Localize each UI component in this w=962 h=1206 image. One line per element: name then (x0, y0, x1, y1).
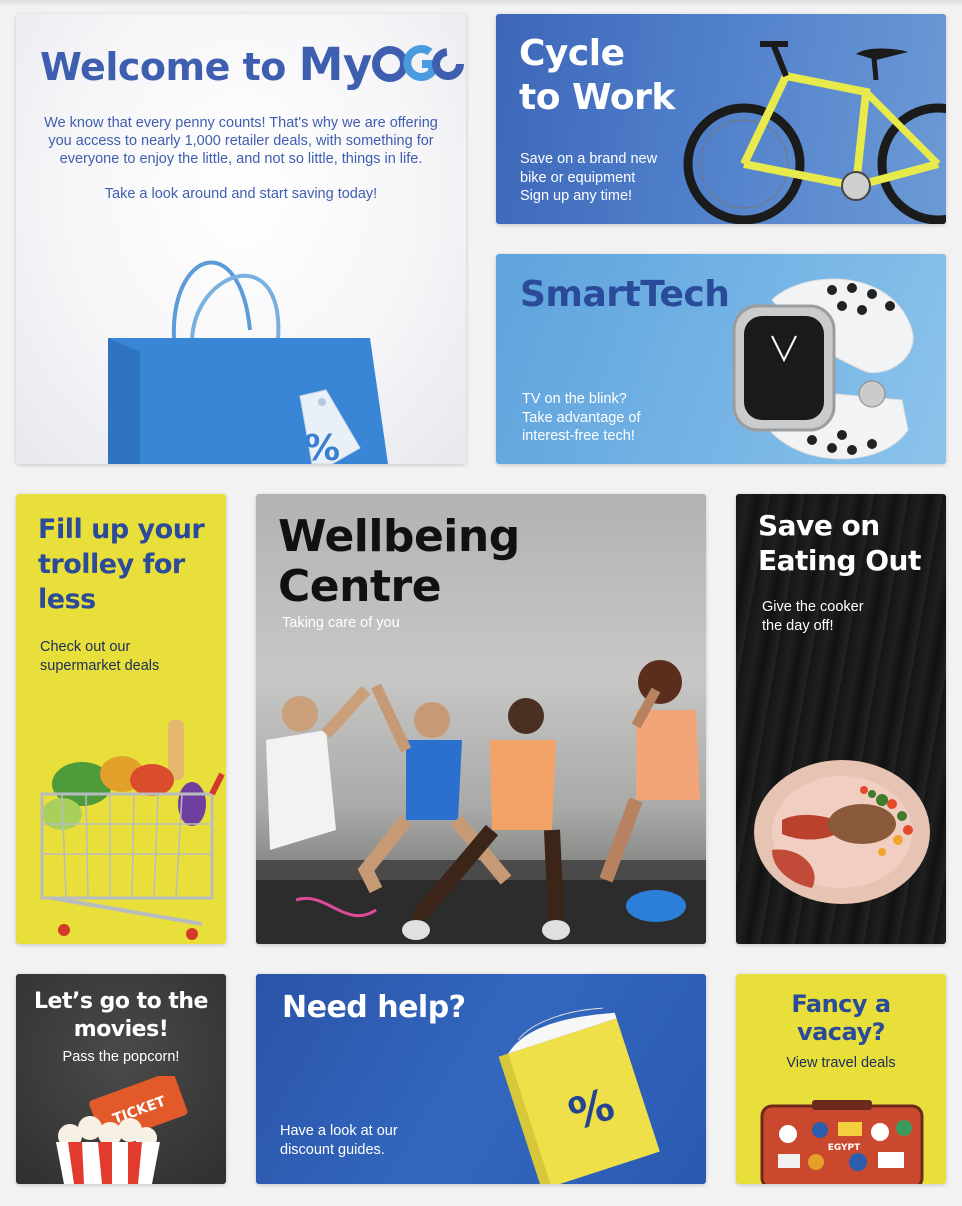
top-edge (0, 0, 962, 6)
vacay-text: View travel deals (786, 1055, 896, 1071)
fitness-group-image (256, 660, 706, 944)
wellbeing-centre-tile[interactable]: Wellbeing Centre Taking care of you (256, 494, 706, 944)
suitcase-icon: EGYPT (760, 1100, 924, 1184)
trolley-tile[interactable]: Fill up your trolley for less Check out … (16, 494, 226, 944)
svg-text:%: % (304, 428, 340, 464)
trolley-text-line: Check out our (40, 639, 131, 655)
smarttech-text-line: interest-free tech! (522, 428, 635, 444)
myogo-logo: My (299, 38, 464, 91)
bicycle-icon (683, 41, 946, 224)
help-text-line: Have a look at our (280, 1123, 398, 1139)
cycle-title: Cycle to Work (519, 32, 675, 120)
movies-title: Let’s go to the movies! (16, 988, 226, 1044)
popcorn-icon: TICKET (56, 1076, 188, 1184)
vacay-title-line: vacay? (796, 1018, 886, 1046)
welcome-paragraph: We know that every penny counts! That's … (44, 115, 438, 167)
svg-text:EGYPT: EGYPT (828, 1143, 861, 1153)
eatingout-text-line: Give the cooker (762, 599, 864, 615)
discount-book-icon: % (498, 1007, 660, 1184)
welcome-cta-text: Take a look around and start saving toda… (104, 186, 378, 202)
vacay-tile[interactable]: Fancy a vacay? View travel deals EGYPT (736, 974, 946, 1184)
trolley-title: Fill up your trolley for less (38, 512, 205, 617)
movies-text: Pass the popcorn! (62, 1049, 180, 1065)
help-text-line: discount guides. (280, 1141, 385, 1158)
need-help-tile[interactable]: Need help? Have a look at our discount g… (256, 974, 706, 1184)
welcome-title-text: Welcome to (40, 45, 286, 89)
help-text: Have a look at our discount guides. (280, 1122, 398, 1159)
wellbeing-title: Wellbeing Centre (278, 512, 520, 612)
trolley-text-line: supermarket deals (40, 657, 160, 674)
wellbeing-title-line: Centre (278, 561, 442, 612)
smartwatch-icon (732, 278, 914, 460)
trolley-title-line: trolley for (38, 549, 185, 580)
food-plate-icon (754, 760, 930, 904)
eatingout-text: Give the cooker the day off! (762, 598, 864, 635)
welcome-title: Welcome to My (40, 38, 464, 91)
smarttech-title: SmartTech (520, 274, 730, 315)
movies-title-line: Let’s go to the (34, 989, 208, 1014)
smarttech-text-line: Take advantage of (522, 409, 641, 426)
cycle-to-work-tile[interactable]: Cycle to Work Save on a brand new bike o… (496, 14, 946, 224)
eatingout-text-line: the day off! (762, 617, 834, 634)
cycle-title-line: to Work (519, 77, 675, 118)
eatingout-title-line: Eating Out (758, 544, 921, 577)
cycle-text-line: bike or equipment (520, 169, 636, 186)
smarttech-tile[interactable]: SmartTech TV on the blink? Take advantag… (496, 254, 946, 464)
smarttech-text-line: TV on the blink? (522, 391, 627, 407)
shopping-bag-icon: % (108, 260, 388, 464)
logo-my-text: My (298, 38, 373, 91)
cycle-text-line: Sign up any time! (520, 188, 633, 204)
cycle-title-line: Cycle (519, 33, 625, 74)
trolley-title-line: less (38, 584, 96, 615)
wellbeing-title-line: Wellbeing (278, 511, 520, 562)
trolley-title-line: Fill up your (38, 514, 205, 545)
cycle-text: Save on a brand new bike or equipment Si… (520, 150, 657, 206)
vacay-title: Fancy a vacay? (736, 990, 946, 1046)
eatingout-title: Save on Eating Out (758, 508, 921, 578)
movies-tile[interactable]: Let’s go to the movies! Pass the popcorn… (16, 974, 226, 1184)
welcome-tile[interactable]: Welcome to My We know that every penny c… (16, 14, 466, 464)
cycle-text-line: Save on a brand new (520, 151, 658, 167)
eatingout-title-line: Save on (758, 509, 880, 542)
smarttech-text: TV on the blink? Take advantage of inter… (522, 390, 641, 446)
vacay-title-line: Fancy a (791, 990, 891, 1018)
help-title: Need help? (282, 990, 466, 1025)
movies-title-line: movies! (73, 1017, 169, 1042)
eating-out-tile[interactable]: Save on Eating Out Give the cooker the d… (736, 494, 946, 944)
ogo-logo-icon (371, 44, 464, 82)
shopping-trolley-icon (40, 720, 225, 940)
trolley-text: Check out our supermarket deals (40, 638, 159, 675)
